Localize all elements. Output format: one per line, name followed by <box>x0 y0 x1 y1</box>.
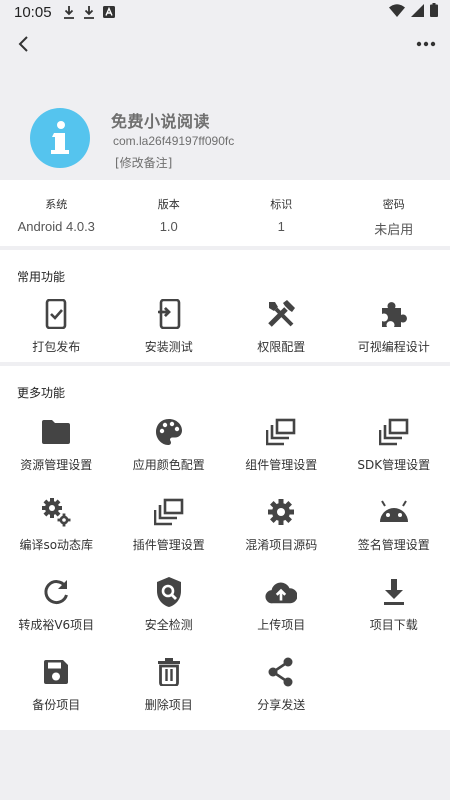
layers-icon <box>265 416 297 448</box>
grid-item-resource-manage[interactable]: 资源管理设置 <box>0 416 113 496</box>
grid-item-label: 可视编程设计 <box>357 340 430 354</box>
save-icon <box>40 656 72 688</box>
info-label: 系统 <box>45 198 68 211</box>
layers-icon <box>378 416 410 448</box>
grid-item-label: 安装测试 <box>144 340 193 354</box>
download-icon <box>82 5 96 19</box>
grid-item-signature-manage[interactable]: 签名管理设置 <box>338 496 450 576</box>
more-functions-grid: 资源管理设置 应用颜色配置 组件管理设置 SDK管理设置 编译so动态库 插件管… <box>0 416 450 736</box>
back-arrow-icon <box>18 36 28 52</box>
info-value: 1 <box>277 219 285 234</box>
grid-item-label: 项目下载 <box>369 618 418 632</box>
grid-item-obfuscate-source[interactable]: 混淆项目源码 <box>225 496 338 576</box>
download-icon <box>378 576 410 608</box>
gear-icon <box>265 496 297 528</box>
more-functions-section: 更多功能 资源管理设置 应用颜色配置 组件管理设置 SDK管理设置 编译so动态… <box>0 366 450 730</box>
grid-item-label: 备份项目 <box>32 698 81 712</box>
phone-check-icon <box>40 298 72 330</box>
grid-item-download-project[interactable]: 项目下载 <box>338 576 450 656</box>
gears-icon <box>40 496 72 528</box>
refresh-icon <box>40 576 72 608</box>
section-title: 常用功能 <box>17 270 66 284</box>
grid-item-label: 资源管理设置 <box>20 458 93 472</box>
info-label: 版本 <box>157 198 180 211</box>
grid-item-delete-project[interactable]: 删除项目 <box>113 656 226 736</box>
info-password: 密码 未启用 <box>338 180 450 246</box>
info-version: 版本 1.0 <box>113 180 226 246</box>
app-name: 免费小说阅读 <box>111 112 211 131</box>
folder-icon <box>40 416 72 448</box>
info-value: 未启用 <box>374 222 414 237</box>
more-options-button[interactable] <box>412 30 440 58</box>
grid-item-upload-project[interactable]: 上传项目 <box>225 576 338 656</box>
palette-icon <box>153 416 185 448</box>
battery-icon <box>430 3 438 21</box>
status-time: 10:05 <box>14 3 52 21</box>
app-header: 免费小说阅读 com.la26f49197ff090fc [修改备注] <box>0 64 450 178</box>
app-icon[interactable] <box>30 108 90 168</box>
grid-item-label: 安全检测 <box>144 618 193 632</box>
trash-icon <box>153 656 185 688</box>
section-title: 更多功能 <box>17 386 66 400</box>
download-icon <box>62 5 76 19</box>
grid-item-label: 应用颜色配置 <box>132 458 205 472</box>
info-label: 标识 <box>270 198 293 211</box>
back-button[interactable] <box>10 30 38 58</box>
grid-item-label: 删除项目 <box>144 698 193 712</box>
grid-item-label: 转成裕V6项目 <box>18 618 95 632</box>
info-value: Android 4.0.3 <box>17 219 95 234</box>
grid-item-label: 签名管理设置 <box>357 538 430 552</box>
grid-item-backup-project[interactable]: 备份项目 <box>0 656 113 736</box>
puzzle-icon <box>378 298 410 330</box>
android-icon <box>378 496 410 528</box>
grid-item-convert-v6[interactable]: 转成裕V6项目 <box>0 576 113 656</box>
share-icon <box>265 656 297 688</box>
info-system: 系统 Android 4.0.3 <box>0 180 113 246</box>
grid-item-color-config[interactable]: 应用颜色配置 <box>113 416 226 496</box>
grid-item-plugin-manage[interactable]: 插件管理设置 <box>113 496 226 576</box>
info-value: 1.0 <box>159 219 178 234</box>
grid-item-label: 权限配置 <box>257 340 306 354</box>
tools-icon <box>265 298 297 330</box>
grid-item-label: 插件管理设置 <box>132 538 205 552</box>
install-phone-icon <box>153 298 185 330</box>
toolbar <box>0 24 450 64</box>
app-package: com.la26f49197ff090fc <box>113 134 235 148</box>
grid-item-label: 混淆项目源码 <box>245 538 318 552</box>
info-id: 标识 1 <box>225 180 338 246</box>
more-vert-icon <box>416 41 436 47</box>
grid-item-label: 打包发布 <box>32 340 81 354</box>
grid-item-label: 编译so动态库 <box>19 538 94 552</box>
info-icon <box>51 121 69 154</box>
info-card: 系统 Android 4.0.3 版本 1.0 标识 1 密码 未启用 <box>0 180 450 246</box>
edit-note-link[interactable]: [修改备注] <box>115 154 172 171</box>
notification-a-icon <box>102 5 116 19</box>
grid-item-label: SDK管理设置 <box>357 458 431 472</box>
layers-icon <box>153 496 185 528</box>
wifi-icon <box>389 3 405 21</box>
grid-item-share-send[interactable]: 分享发送 <box>225 656 338 736</box>
grid-item-label: 上传项目 <box>257 618 306 632</box>
info-label: 密码 <box>382 198 405 211</box>
grid-item-security-check[interactable]: 安全检测 <box>113 576 226 656</box>
grid-item-label: 组件管理设置 <box>245 458 318 472</box>
status-bar: 10:05 <box>0 0 450 24</box>
grid-item-compile-so[interactable]: 编译so动态库 <box>0 496 113 576</box>
grid-item-sdk-manage[interactable]: SDK管理设置 <box>338 416 450 496</box>
cloud-upload-icon <box>265 576 298 608</box>
common-functions-section: 常用功能 打包发布 安装测试 权限配置 可视编程设计 <box>0 250 450 362</box>
grid-item-label: 分享发送 <box>257 698 306 712</box>
grid-item-component-manage[interactable]: 组件管理设置 <box>225 416 338 496</box>
signal-icon <box>411 3 424 21</box>
shield-search-icon <box>153 576 185 608</box>
